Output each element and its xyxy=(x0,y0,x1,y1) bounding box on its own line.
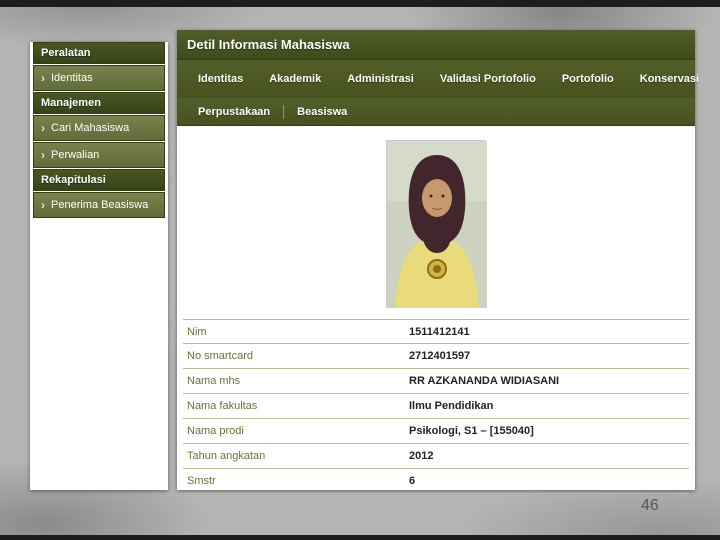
bottom-border-bar xyxy=(0,535,720,540)
table-row: Smstr 6 xyxy=(183,469,689,494)
table-row: Tahun angkatan 2012 xyxy=(183,444,689,469)
sidebar-item-identitas[interactable]: › Identitas xyxy=(33,65,165,91)
sidebar-item-label: Perwalian xyxy=(51,149,100,161)
detail-label: No smartcard xyxy=(187,350,254,362)
student-detail-table: Nim 1511412141 No smartcard 2712401597 N… xyxy=(183,319,689,494)
detail-value: 6 xyxy=(409,475,416,487)
tab-bar-row2: Perpustakaan Beasiswa xyxy=(177,98,695,126)
top-border-bar xyxy=(0,0,720,7)
tab-identitas[interactable]: Identitas xyxy=(185,73,256,85)
table-row: Nama mhs RR AZKANANDA WIDIASANI xyxy=(183,369,689,394)
detail-value: 2012 xyxy=(409,450,434,462)
detail-label: Nama mhs xyxy=(187,375,241,387)
sidebar-section-manajemen: Manajemen xyxy=(33,92,165,114)
tab-perpustakaan[interactable]: Perpustakaan xyxy=(185,106,283,118)
student-photo-frame xyxy=(386,140,487,308)
tab-akademik[interactable]: Akademik xyxy=(256,73,334,85)
tab-beasiswa[interactable]: Beasiswa xyxy=(284,106,360,118)
slide-page-number: 46 xyxy=(641,497,659,514)
sidebar-section-peralatan: Peralatan xyxy=(33,42,165,64)
sidebar-section-label: Manajemen xyxy=(41,97,101,109)
sidebar-item-label: Identitas xyxy=(51,72,93,84)
sidebar-item-label: Penerima Beasiswa xyxy=(51,199,149,211)
detail-value: RR AZKANANDA WIDIASANI xyxy=(409,375,560,387)
table-row: Nama fakultas Ilmu Pendidikan xyxy=(183,394,689,419)
table-row: Nim 1511412141 xyxy=(183,319,689,344)
sidebar-item-penerima-beasiswa[interactable]: › Penerima Beasiswa xyxy=(33,192,165,218)
chevron-right-icon: › xyxy=(41,198,45,212)
detail-label: Nama prodi xyxy=(187,425,244,437)
chevron-right-icon: › xyxy=(41,121,45,135)
chevron-right-icon: › xyxy=(41,71,45,85)
sidebar-section-rekapitulasi: Rekapitulasi xyxy=(33,169,165,191)
detail-value: Psikologi, S1 – [155040] xyxy=(409,425,534,437)
page-title: Detil Informasi Mahasiswa xyxy=(177,30,695,60)
tab-portofolio[interactable]: Portofolio xyxy=(549,73,627,85)
sidebar-section-label: Rekapitulasi xyxy=(41,174,106,186)
sidebar-item-cari-mahasiswa[interactable]: › Cari Mahasiswa xyxy=(33,115,165,141)
table-row: Nama prodi Psikologi, S1 – [155040] xyxy=(183,419,689,444)
sidebar: Peralatan › Identitas Manajemen › Cari M… xyxy=(30,42,168,490)
tab-konservasi[interactable]: Konservasi xyxy=(627,73,712,85)
presentation-slide: Peralatan › Identitas Manajemen › Cari M… xyxy=(0,0,720,540)
detail-value: 1511412141 xyxy=(409,325,470,338)
student-detail-content: Nim 1511412141 No smartcard 2712401597 N… xyxy=(177,126,695,494)
detail-label: Tahun angkatan xyxy=(187,450,266,462)
tab-administrasi[interactable]: Administrasi xyxy=(334,73,427,85)
sidebar-item-label: Cari Mahasiswa xyxy=(51,122,130,134)
tab-bar-row1: Identitas Akademik Administrasi Validasi… xyxy=(177,60,699,98)
table-row: No smartcard 2712401597 xyxy=(183,344,689,369)
detail-label: Nim xyxy=(187,325,207,338)
main-panel: Detil Informasi Mahasiswa Identitas Akad… xyxy=(177,30,699,494)
detail-label: Nama fakultas xyxy=(187,400,258,412)
chevron-right-icon: › xyxy=(41,148,45,162)
student-photo xyxy=(387,141,487,308)
tab-validasi-portofolio[interactable]: Validasi Portofolio xyxy=(427,73,549,85)
detail-value: Ilmu Pendidikan xyxy=(409,400,494,412)
sidebar-item-perwalian[interactable]: › Perwalian xyxy=(33,142,165,168)
detail-label: Smstr xyxy=(187,475,216,487)
detail-value: 2712401597 xyxy=(409,350,471,362)
sidebar-section-label: Peralatan xyxy=(41,47,91,59)
